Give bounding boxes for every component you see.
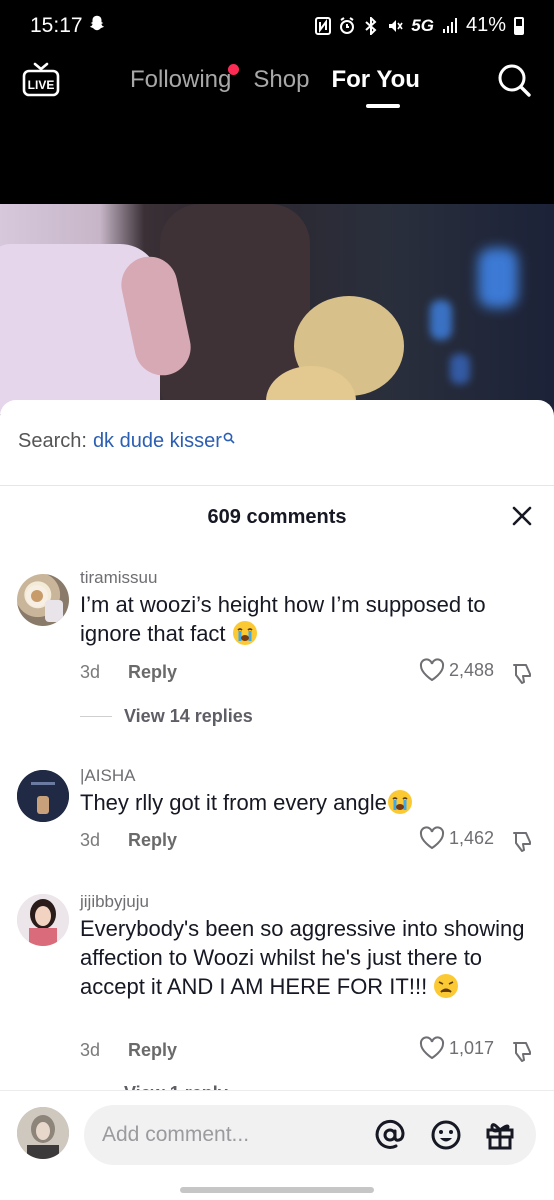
comment-body: They rlly got it from every angle — [80, 790, 387, 815]
tab-shop-label: Shop — [253, 66, 310, 93]
gift-icon[interactable] — [484, 1119, 516, 1151]
video-shape — [450, 354, 470, 384]
feed-tabs: Following Shop For You — [130, 64, 420, 94]
comment-username[interactable]: jijibbyjuju — [80, 892, 149, 912]
avatar-image — [17, 1107, 69, 1159]
divider — [0, 485, 554, 486]
reply-button[interactable]: Reply — [128, 1040, 177, 1061]
like-count: 2,488 — [448, 659, 494, 680]
live-icon[interactable]: LIVE — [22, 62, 60, 98]
tab-following[interactable]: Following — [130, 64, 240, 94]
comment-age: 3d — [80, 1040, 101, 1060]
dislike-icon[interactable] — [510, 830, 534, 854]
reply-button[interactable]: Reply — [128, 662, 177, 683]
comment-input[interactable] — [102, 1105, 362, 1165]
video-shape — [478, 248, 518, 308]
active-tab-indicator — [366, 104, 400, 108]
mute-icon — [389, 19, 403, 32]
search-suggestion[interactable]: Search: dk dude kisser — [18, 430, 235, 453]
video-shape — [430, 300, 452, 340]
network-label: 5G — [411, 15, 434, 35]
comment-age: 3d — [80, 830, 101, 850]
heart-icon — [419, 658, 444, 682]
comment-input-pill — [84, 1105, 536, 1165]
replies-line — [80, 716, 112, 717]
like-button[interactable]: 2,488 — [419, 658, 494, 682]
like-count: 1,017 — [448, 1037, 494, 1058]
comment-input-bar — [0, 1090, 554, 1200]
top-nav: LIVE Following Shop For You — [0, 52, 554, 204]
avatar[interactable] — [17, 574, 69, 626]
comments-count: 609 comments — [207, 506, 347, 528]
avatar-image — [26, 585, 63, 622]
comment-username[interactable]: |AISHA — [80, 766, 135, 786]
tab-for-you-label: For You — [331, 66, 420, 93]
tab-shop[interactable]: Shop — [253, 66, 309, 94]
status-time: 15:17 — [30, 14, 83, 37]
home-indicator — [180, 1187, 374, 1193]
avatar[interactable] — [17, 894, 69, 946]
reply-button[interactable]: Reply — [128, 830, 177, 851]
close-icon[interactable] — [510, 504, 534, 528]
tab-for-you[interactable]: For You — [331, 66, 419, 94]
status-icons: 5G 41% — [315, 14, 524, 37]
weary-face-icon — [434, 974, 459, 998]
tab-following-label: Following — [130, 66, 232, 93]
comment-meta: 3d Reply — [80, 1040, 177, 1061]
live-label: LIVE — [28, 78, 55, 92]
search-icon — [223, 432, 235, 444]
comments-sheet: Search: dk dude kisser 609 comments tiram… — [0, 400, 554, 1200]
comment-meta: 3d Reply — [80, 830, 177, 851]
heart-icon — [419, 1036, 444, 1060]
comment-text: They rlly got it from every angle — [80, 788, 540, 817]
view-replies-button[interactable]: View 14 replies — [80, 706, 253, 727]
heart-icon — [419, 826, 444, 850]
loudly-crying-face-icon — [232, 621, 257, 645]
alarm-icon — [340, 16, 355, 34]
like-count: 1,462 — [448, 827, 494, 848]
avatar-image — [17, 894, 69, 946]
search-prefix: Search: — [18, 430, 87, 452]
avatar[interactable] — [17, 770, 69, 822]
comment-body: I’m at woozi’s height how I’m supposed t… — [80, 592, 486, 646]
emoji-icon[interactable] — [430, 1119, 462, 1151]
mention-icon[interactable] — [374, 1119, 406, 1151]
like-button[interactable]: 1,017 — [419, 1036, 494, 1060]
battery-percent: 41% — [465, 14, 506, 36]
dislike-icon[interactable] — [510, 662, 534, 686]
search-query: dk dude kisser — [92, 430, 222, 452]
comment-meta: 3d Reply — [80, 662, 177, 683]
avatar-image — [17, 770, 69, 822]
comment-text: Everybody's been so aggressive into show… — [80, 914, 540, 1001]
search-icon[interactable] — [496, 62, 532, 98]
notification-dot — [228, 64, 240, 75]
like-button[interactable]: 1,462 — [419, 826, 494, 850]
battery-icon — [514, 16, 524, 35]
video-frame[interactable] — [0, 204, 554, 414]
signal-icon — [442, 17, 457, 33]
nfc-icon — [315, 16, 332, 35]
snapchat-icon — [89, 15, 105, 31]
bluetooth-icon — [365, 16, 377, 35]
comment-age: 3d — [80, 662, 101, 682]
view-replies-label: View 14 replies — [124, 706, 253, 726]
comment-username[interactable]: tiramissuu — [80, 568, 157, 588]
status-bar: 15:17 5G 41% — [0, 0, 554, 52]
dislike-icon[interactable] — [510, 1040, 534, 1064]
loudly-crying-face-icon — [387, 790, 412, 814]
comment-text: I’m at woozi’s height how I’m supposed t… — [80, 590, 540, 648]
avatar — [17, 1107, 69, 1159]
